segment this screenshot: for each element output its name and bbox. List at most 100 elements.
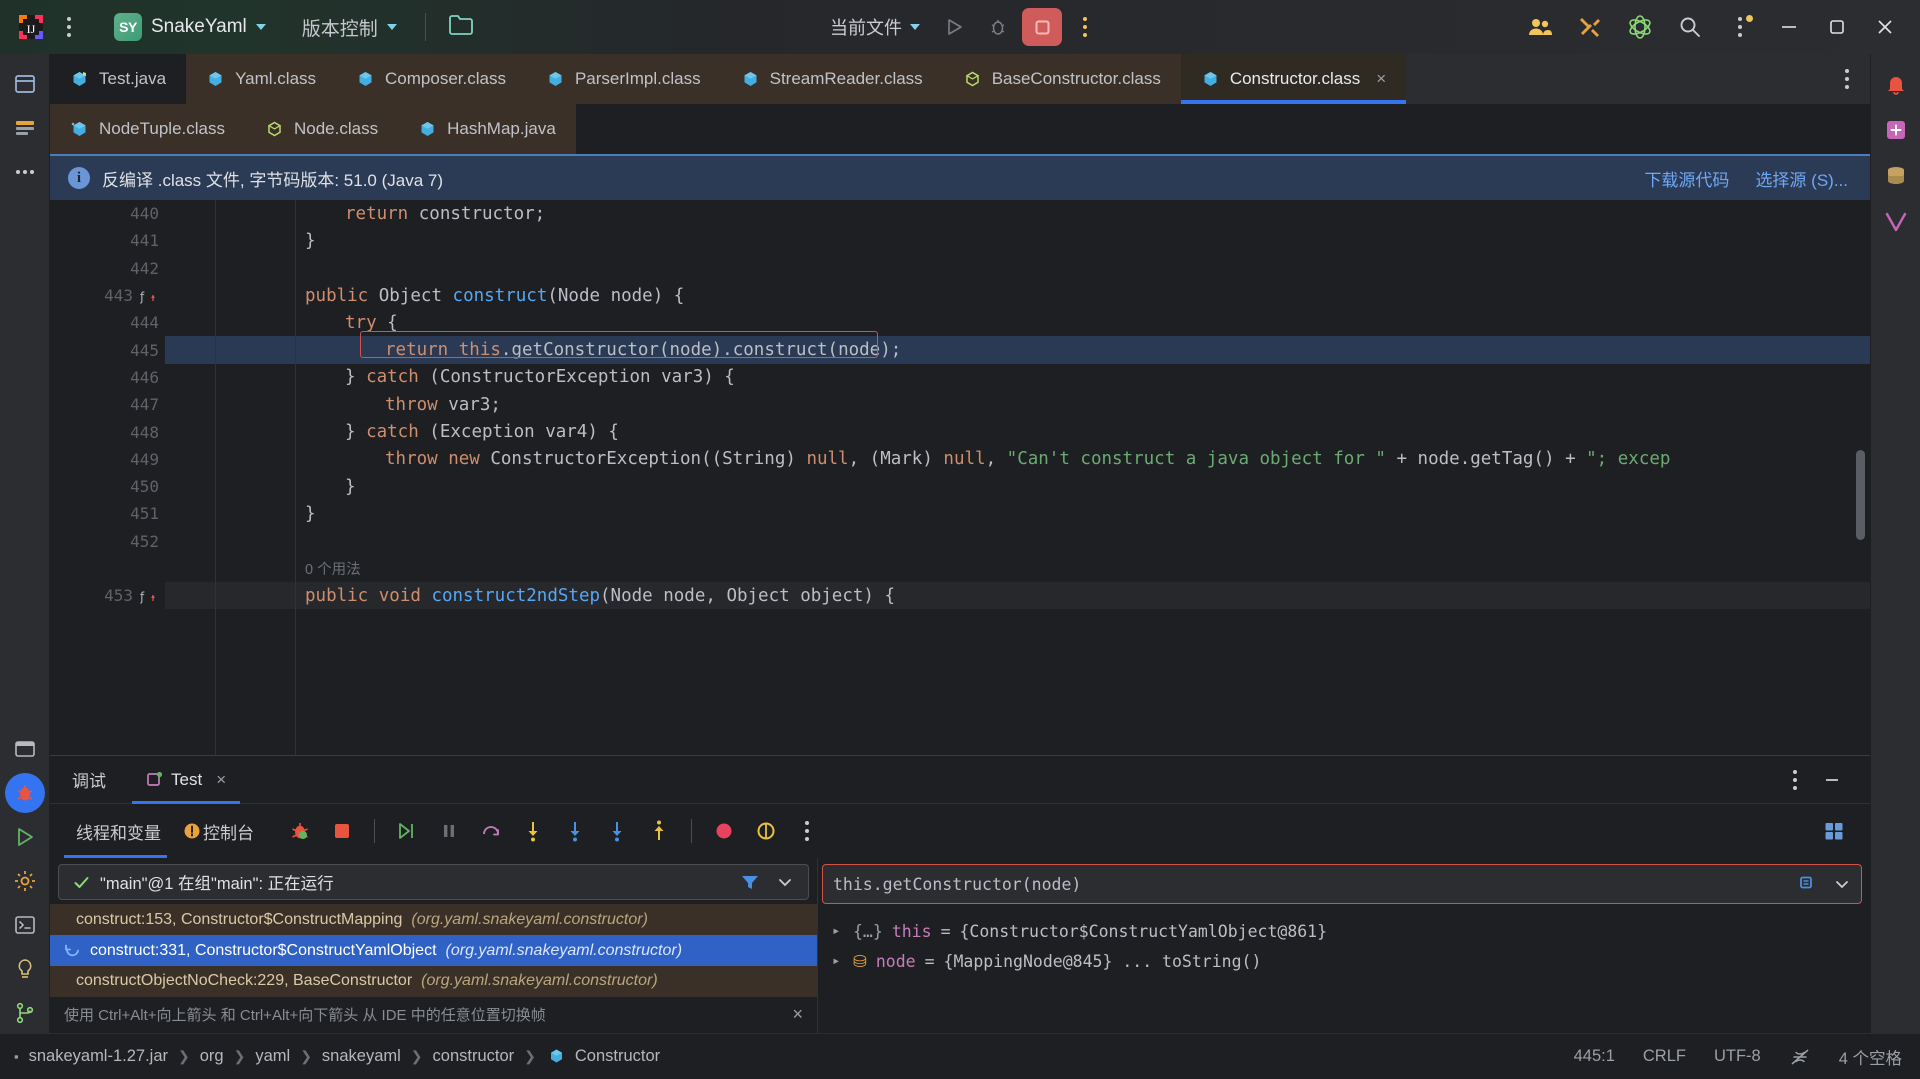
sidebar-item-debug[interactable] — [4, 773, 45, 813]
run-configuration-selector[interactable]: 当前文件 — [820, 9, 930, 45]
breadcrumb-item-constructor-pkg[interactable]: constructor — [433, 1047, 515, 1066]
stop-icon[interactable] — [326, 815, 358, 847]
method-override-icon[interactable]: ƒ — [137, 588, 159, 604]
code-usage-hint[interactable]: 0 个用法 — [165, 555, 1870, 582]
view-breakpoints-icon[interactable] — [750, 815, 782, 847]
line-separator[interactable]: CRLF — [1643, 1047, 1686, 1066]
tab-hashmap-java[interactable]: HashMap.java — [398, 104, 576, 154]
sidebar-item-terminal-window[interactable] — [5, 729, 45, 769]
tab-close-icon[interactable]: × — [1376, 69, 1386, 89]
tab-list-kebab-icon[interactable] — [1832, 62, 1862, 96]
pause-program-icon[interactable] — [433, 815, 465, 847]
minimize-panel-icon[interactable] — [1816, 764, 1848, 796]
minimize-window-icon[interactable] — [1766, 0, 1812, 54]
sidebar-item-database[interactable] — [1876, 156, 1916, 196]
caret-position[interactable]: 445:1 — [1574, 1047, 1615, 1066]
sidebar-item-settings[interactable] — [5, 861, 45, 901]
indent-setting[interactable]: 4 个空格 — [1839, 1045, 1902, 1069]
filter-icon[interactable] — [740, 872, 760, 892]
project-folder-icon[interactable] — [444, 10, 478, 45]
breadcrumb-item-yaml[interactable]: yaml — [255, 1047, 290, 1066]
evaluate-expression-field[interactable]: this.getConstructor(node) — [822, 864, 1862, 904]
tab-test-java[interactable]: Test.java — [50, 54, 187, 104]
tab-composer-class[interactable]: Composer.class — [336, 54, 526, 104]
step-over-icon[interactable] — [475, 815, 507, 847]
stack-frame-row-selected[interactable]: construct:331, Constructor$ConstructYaml… — [50, 935, 817, 966]
code-editor[interactable]: 440 441 442 443 ƒ 444 445 446 447 448 44… — [50, 200, 1870, 755]
tab-nodetuple-class[interactable]: NodeTuple.class — [50, 104, 245, 154]
sidebar-item-commit[interactable] — [5, 108, 45, 148]
sidebar-item-branch[interactable] — [5, 993, 45, 1033]
search-everywhere-icon[interactable] — [1666, 6, 1714, 48]
smart-step-into-icon[interactable] — [601, 815, 633, 847]
pin-icon[interactable] — [1797, 875, 1815, 893]
stack-frame-row[interactable]: constructObjectNoCheck:229, BaseConstruc… — [50, 965, 817, 997]
frames-hint-close-icon[interactable]: × — [792, 1004, 803, 1025]
sidebar-item-more[interactable] — [5, 152, 45, 192]
download-sources-link[interactable]: 下载源代码 — [1644, 166, 1729, 191]
more-toolbar-icon[interactable] — [1716, 6, 1764, 48]
variable-row[interactable]: ▸ {…} this = {Constructor$ConstructYamlO… — [818, 916, 1870, 946]
choose-sources-link[interactable]: 选择源 (S)... — [1755, 166, 1848, 191]
step-out-icon[interactable] — [643, 815, 675, 847]
expand-arrow-icon[interactable]: ▸ — [832, 953, 844, 969]
more-run-options-icon[interactable] — [1070, 10, 1100, 44]
read-only-icon[interactable] — [1789, 1046, 1811, 1068]
breadcrumb-item-snakeyaml[interactable]: snakeyaml — [322, 1047, 401, 1066]
debug-tab-close-icon[interactable]: × — [216, 770, 226, 790]
code-line: try { — [165, 309, 1870, 336]
editor-gutter[interactable]: 440 441 442 443 ƒ 444 445 446 447 448 44… — [50, 200, 165, 755]
editor-vertical-scrollbar[interactable] — [1856, 450, 1865, 540]
stop-button[interactable] — [1022, 8, 1062, 46]
maximize-window-icon[interactable] — [1814, 0, 1860, 54]
step-into-icon[interactable] — [517, 815, 549, 847]
rerun-debug-icon[interactable] — [284, 815, 316, 847]
variable-row[interactable]: ▸ ⛁ node = {MappingNode@845} ... toStrin… — [818, 946, 1870, 976]
tab-yaml-class[interactable]: Yaml.class — [186, 54, 337, 104]
tools-icon[interactable] — [1566, 6, 1614, 48]
code-token: public void — [305, 585, 432, 606]
resume-program-icon[interactable] — [391, 815, 423, 847]
sidebar-item-project[interactable] — [5, 64, 45, 104]
sidebar-item-plugins[interactable] — [1876, 110, 1916, 150]
tab-node-class[interactable]: Node.class — [245, 104, 399, 154]
ai-assistant-icon[interactable] — [1616, 6, 1664, 48]
sidebar-item-maven[interactable] — [1876, 202, 1916, 242]
stack-frame-row[interactable]: construct:153, Constructor$ConstructMapp… — [50, 904, 817, 936]
tab-baseconstructor-class[interactable]: BaseConstructor.class — [942, 54, 1181, 104]
tab-constructor-class[interactable]: Constructor.class × — [1180, 54, 1407, 104]
chevron-down-icon[interactable] — [1833, 875, 1851, 893]
breadcrumb-item-org[interactable]: org — [200, 1047, 224, 1066]
thread-selector[interactable]: "main"@1 在组"main": 正在运行 — [58, 864, 809, 901]
sidebar-item-terminal[interactable] — [5, 905, 45, 945]
debug-more-icon[interactable] — [1780, 763, 1810, 797]
debug-session-tab[interactable]: Test × — [132, 756, 241, 804]
debug-settings-kebab-icon[interactable] — [792, 814, 822, 848]
sidebar-item-notifications[interactable] — [1876, 64, 1916, 104]
breadcrumb-separator: ❯ — [178, 1048, 190, 1064]
close-window-icon[interactable] — [1862, 0, 1908, 54]
force-step-into-icon[interactable] — [559, 815, 591, 847]
tab-console[interactable]: 控制台 — [177, 804, 260, 858]
main-menu-kebab-icon[interactable] — [54, 10, 84, 44]
tab-parserimpl-class[interactable]: ParserImpl.class — [525, 54, 721, 104]
code-text-area[interactable]: return constructor; } public Object cons… — [165, 200, 1870, 755]
layout-settings-icon[interactable] — [1818, 815, 1850, 847]
breadcrumb-item-jar[interactable]: snakeyaml-1.27.jar — [29, 1047, 168, 1066]
chevron-down-icon[interactable] — [776, 873, 794, 891]
project-selector[interactable]: SY SnakeYaml — [104, 9, 276, 45]
sidebar-item-problems[interactable] — [5, 949, 45, 989]
tab-threads-and-variables[interactable]: 线程和变量 — [64, 804, 167, 858]
breadcrumb-item-constructor-class[interactable]: Constructor — [575, 1047, 660, 1066]
mute-breakpoints-icon[interactable] — [708, 815, 740, 847]
debug-button[interactable] — [978, 8, 1018, 46]
expand-arrow-icon[interactable]: ▸ — [832, 923, 844, 939]
code-token: , — [985, 449, 1007, 470]
method-override-icon[interactable]: ƒ — [137, 288, 159, 304]
vcs-selector[interactable]: 版本控制 — [292, 10, 407, 45]
code-with-me-icon[interactable] — [1516, 6, 1564, 48]
tab-streamreader-class[interactable]: StreamReader.class — [720, 54, 943, 104]
run-button[interactable] — [934, 8, 974, 46]
sidebar-item-run[interactable] — [5, 817, 45, 857]
file-encoding[interactable]: UTF-8 — [1714, 1047, 1761, 1066]
